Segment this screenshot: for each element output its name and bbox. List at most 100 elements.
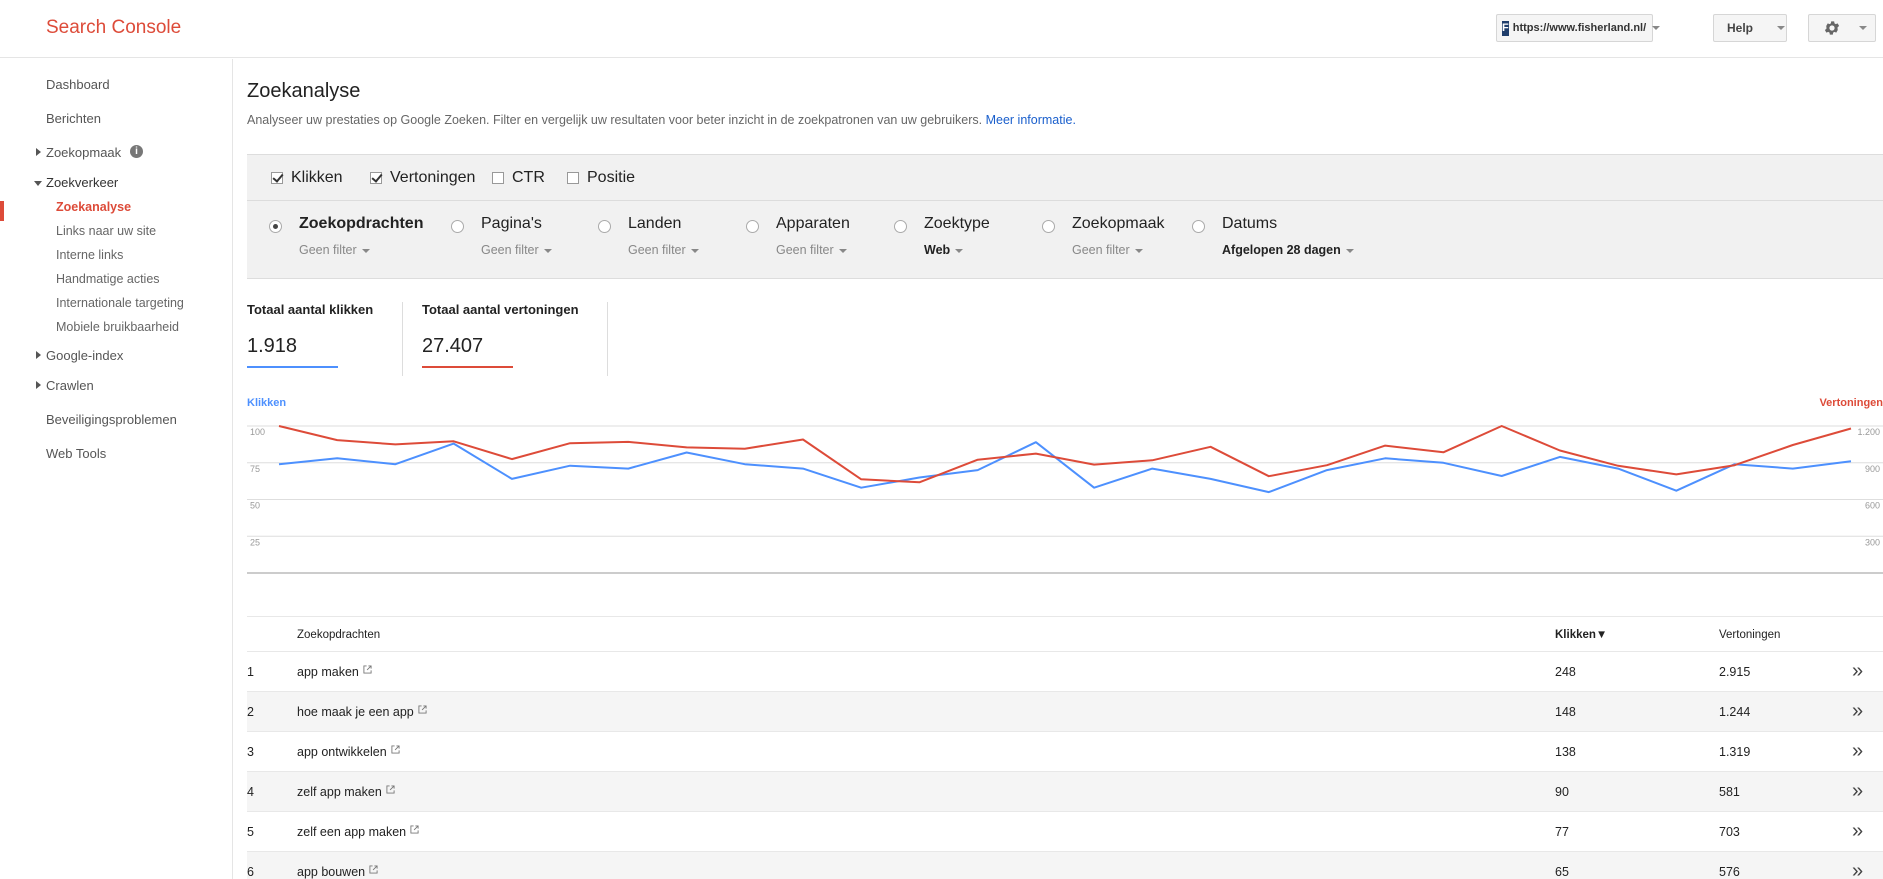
query-text[interactable]: hoe maak je een app — [297, 705, 414, 719]
sidebar-subitem-links[interactable]: Links naar uw site — [56, 224, 156, 238]
checkbox-icon[interactable] — [492, 172, 504, 184]
info-icon[interactable]: i — [130, 145, 143, 158]
help-button[interactable]: Help — [1713, 14, 1787, 42]
table-row[interactable]: 2 hoe maak je een app 148 1.244 » — [247, 691, 1883, 731]
dimension-filter-dropdown[interactable]: Geen filter — [1072, 243, 1143, 257]
queries-table: Zoekopdrachten Klikken▼ Vertoningen 1 app… — [247, 616, 1883, 879]
left-tick-label: 50 — [250, 501, 260, 511]
metric-checkbox-ctr[interactable]: CTR — [492, 169, 545, 187]
dimension-label: Zoektype — [924, 215, 990, 232]
row-detail-chevron-icon[interactable]: » — [1852, 860, 1863, 879]
query-text[interactable]: app maken — [297, 665, 359, 679]
impressions-cell: 1.244 — [1719, 705, 1751, 719]
gear-icon — [1824, 21, 1840, 35]
metric-label: Vertoningen — [390, 169, 476, 186]
table-row[interactable]: 4 zelf app maken 90 581 » — [247, 771, 1883, 811]
query-text[interactable]: zelf een app maken — [297, 825, 406, 839]
sidebar-subitem-interne-links[interactable]: Interne links — [56, 248, 123, 262]
checkbox-checked-icon[interactable] — [370, 172, 382, 184]
expand-arrow-icon[interactable] — [36, 148, 41, 156]
metric-checkbox-klikken[interactable]: Klikken — [271, 169, 343, 187]
metric-checkbox-positie[interactable]: Positie — [567, 169, 635, 187]
radio-icon[interactable] — [598, 220, 611, 233]
metric-checkbox-vertoningen[interactable]: Vertoningen — [370, 169, 475, 187]
dimension-filter-dropdown[interactable]: Geen filter — [628, 243, 699, 257]
radio-icon[interactable] — [746, 220, 759, 233]
active-indicator — [0, 201, 4, 221]
table-row[interactable]: 3 app ontwikkelen 138 1.319 » — [247, 731, 1883, 771]
expand-arrow-icon[interactable] — [36, 351, 41, 359]
radio-icon[interactable] — [894, 220, 907, 233]
external-link-icon[interactable] — [391, 745, 400, 754]
series-line-klikken — [278, 441, 1852, 494]
table-row[interactable]: 1 app maken 248 2.915 » — [247, 651, 1883, 691]
row-index: 2 — [247, 705, 254, 719]
external-link-icon[interactable] — [418, 705, 427, 714]
sidebar-item-google-index[interactable]: Google-index — [46, 348, 123, 363]
chevron-down-icon — [1859, 26, 1867, 30]
dimension-filter-dropdown[interactable]: Web — [924, 243, 964, 257]
column-header-impressions[interactable]: Vertoningen — [1719, 629, 1780, 641]
left-axis-title: Klikken — [247, 398, 286, 409]
dimension-filter-dropdown[interactable]: Geen filter — [299, 243, 370, 257]
radio-selected-icon[interactable] — [269, 220, 282, 233]
checkbox-icon[interactable] — [567, 172, 579, 184]
filter-value: Geen filter — [481, 243, 539, 257]
dimension-filter-dropdown[interactable]: Afgelopen 28 dagen — [1222, 243, 1354, 257]
chevron-down-icon — [838, 248, 847, 253]
sidebar-item-crawlen[interactable]: Crawlen — [46, 378, 94, 393]
sidebar-subitem-internationale-targeting[interactable]: Internationale targeting — [56, 296, 184, 310]
external-link-icon[interactable] — [363, 665, 372, 674]
dimension-filter-dropdown[interactable]: Geen filter — [481, 243, 552, 257]
external-link-icon[interactable] — [369, 865, 378, 874]
sidebar-subitem-handmatige-acties[interactable]: Handmatige acties — [56, 272, 160, 286]
property-selector[interactable]: F https://www.fisherland.nl/ — [1496, 14, 1661, 42]
column-header-query[interactable]: Zoekopdrachten — [297, 629, 380, 641]
query-text[interactable]: zelf app maken — [297, 785, 382, 799]
row-detail-chevron-icon[interactable]: » — [1852, 820, 1863, 843]
sidebar-item-berichten[interactable]: Berichten — [46, 111, 101, 126]
sidebar-subitem-mobiele-bruikbaarheid[interactable]: Mobiele bruikbaarheid — [56, 320, 179, 334]
row-detail-chevron-icon[interactable]: » — [1852, 660, 1863, 683]
query-text[interactable]: app ontwikkelen — [297, 745, 387, 759]
collapse-arrow-icon[interactable] — [34, 181, 42, 186]
metric-label: CTR — [512, 169, 545, 186]
more-info-link[interactable]: Meer informatie. — [986, 113, 1076, 127]
sidebar-item-dashboard[interactable]: Dashboard — [46, 77, 110, 92]
query-cell: app ontwikkelen — [297, 745, 400, 759]
external-link-icon[interactable] — [386, 785, 395, 794]
query-text[interactable]: app bouwen — [297, 865, 365, 879]
column-header-clicks[interactable]: Klikken▼ — [1555, 629, 1607, 641]
chevron-down-icon — [1134, 248, 1143, 253]
radio-icon[interactable] — [1192, 220, 1205, 233]
dimension-label: Zoekopdrachten — [299, 215, 424, 232]
row-detail-chevron-icon[interactable]: » — [1852, 700, 1863, 723]
checkbox-checked-icon[interactable] — [271, 172, 283, 184]
description-text: Analyseer uw prestaties op Google Zoeken… — [247, 113, 983, 127]
sidebar-item-zoekverkeer[interactable]: Zoekverkeer — [46, 175, 118, 190]
expand-arrow-icon[interactable] — [36, 381, 41, 389]
table-row[interactable]: 5 zelf een app maken 77 703 » — [247, 811, 1883, 851]
impressions-cell: 1.319 — [1719, 745, 1751, 759]
external-link-icon[interactable] — [410, 825, 419, 834]
right-tick-label: 1.200 — [1857, 427, 1880, 437]
settings-button[interactable] — [1808, 14, 1876, 42]
sidebar-item-web-tools[interactable]: Web Tools — [46, 446, 106, 461]
sidebar-item-beveiligingsproblemen[interactable]: Beveiligingsproblemen — [46, 412, 177, 427]
dimension-label: Apparaten — [776, 215, 850, 232]
filter-value: Geen filter — [1072, 243, 1130, 257]
table-row[interactable]: 6 app bouwen 65 576 » — [247, 851, 1883, 879]
chevron-down-icon — [1345, 248, 1354, 253]
radio-icon[interactable] — [1042, 220, 1055, 233]
filter-panel: Klikken Vertoningen CTR Positie Zoekopdr… — [247, 154, 1883, 279]
radio-icon[interactable] — [451, 220, 464, 233]
sidebar-item-zoekopmaak[interactable]: Zoekopmaak — [46, 145, 121, 160]
row-detail-chevron-icon[interactable]: » — [1852, 740, 1863, 763]
dimension-filter-dropdown[interactable]: Geen filter — [776, 243, 847, 257]
row-detail-chevron-icon[interactable]: » — [1852, 780, 1863, 803]
app-logo[interactable]: Search Console — [46, 17, 181, 39]
sort-desc-icon: ▼ — [1595, 629, 1608, 641]
table-header: Zoekopdrachten Klikken▼ Vertoningen — [247, 616, 1883, 651]
page-description: Analyseer uw prestaties op Google Zoeken… — [247, 113, 1076, 127]
sidebar-subitem-zoekanalyse[interactable]: Zoekanalyse — [56, 200, 131, 214]
